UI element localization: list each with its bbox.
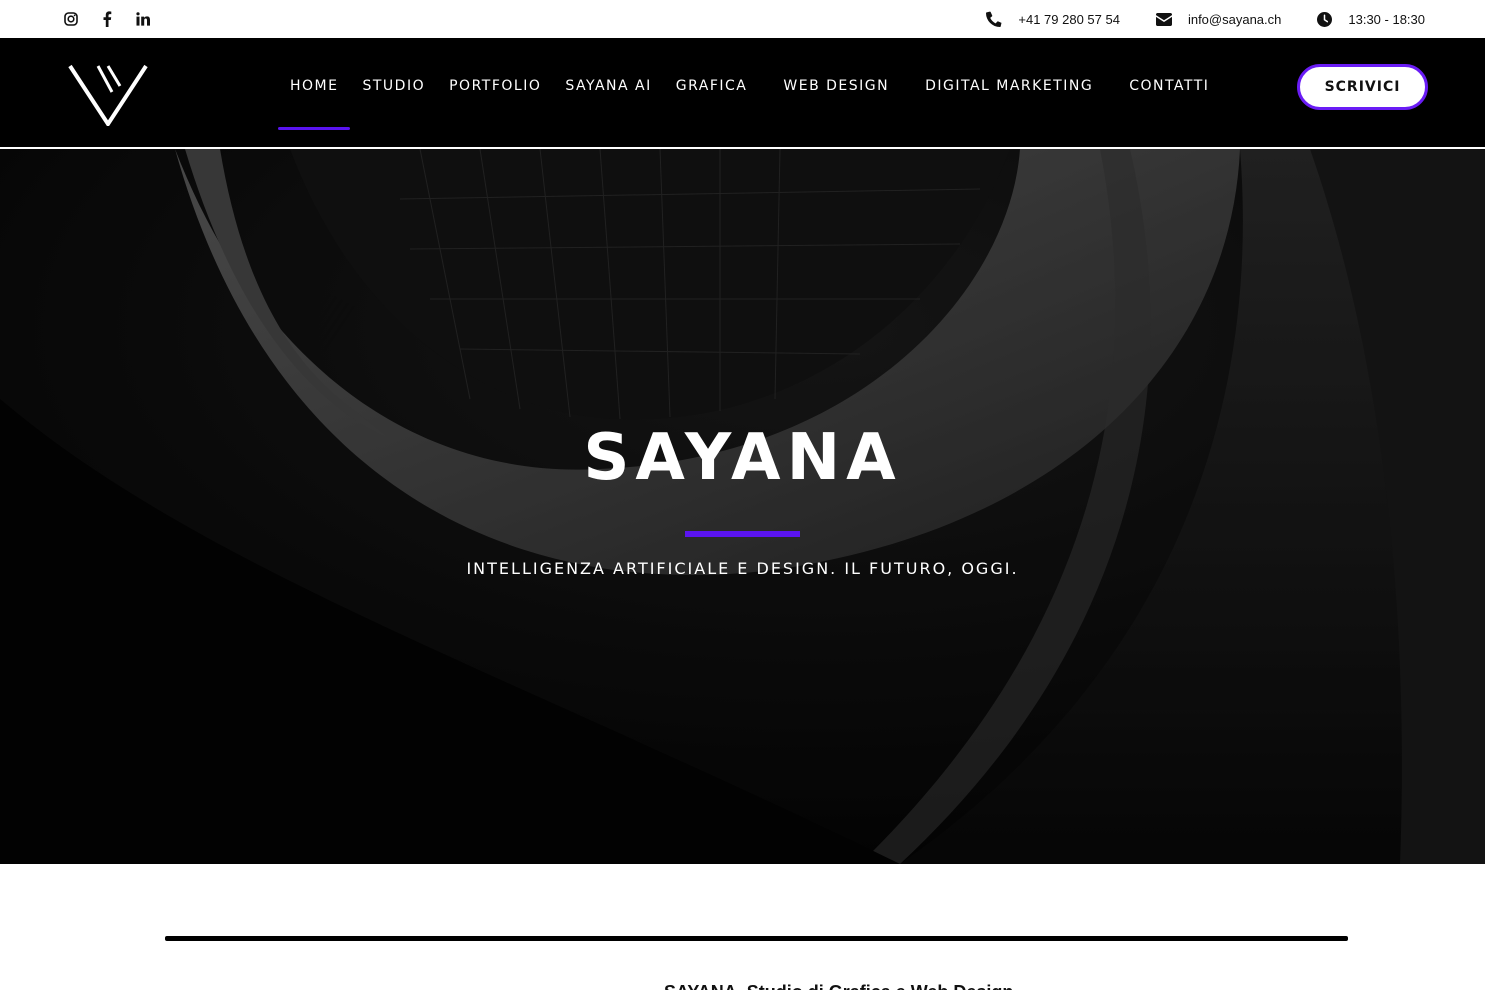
linkedin-icon[interactable] — [134, 10, 152, 28]
section-divider — [165, 936, 1348, 941]
hours-info: 13:30 - 18:30 — [1317, 11, 1425, 27]
social-links — [62, 10, 170, 28]
scrivici-button[interactable]: SCRIVICI — [1297, 64, 1428, 110]
nav-item-sayana-ai[interactable]: SAYANA AI — [553, 76, 663, 96]
hero-background-image — [0, 149, 1485, 864]
nav-item-portfolio[interactable]: PORTFOLIO — [437, 76, 553, 96]
clock-icon — [1317, 11, 1333, 27]
phone-icon — [986, 11, 1002, 27]
nav-item-home[interactable]: HOME — [278, 76, 351, 130]
nav-item-contatti[interactable]: CONTATTI — [1117, 76, 1221, 96]
nav-item-grafica[interactable]: GRAFICA — [664, 76, 760, 96]
hero-subtitle: INTELLIGENZA ARTIFICIALE E DESIGN. IL FU… — [466, 559, 1019, 578]
nav-item-studio[interactable]: STUDIO — [350, 76, 437, 96]
main-nav: HOME STUDIO PORTFOLIO SAYANA AI GRAFICA … — [278, 76, 1221, 130]
hero-title: SAYANA — [583, 421, 902, 495]
site-logo[interactable] — [68, 62, 150, 128]
hero-section: SAYANA INTELLIGENZA ARTIFICIALE E DESIGN… — [0, 149, 1485, 864]
email-contact[interactable]: info@sayana.ch — [1155, 11, 1282, 27]
nav-item-web-design[interactable]: WEB DESIGN — [771, 76, 901, 96]
top-bar: +41 79 280 57 54 info@sayana.ch 13:30 - … — [0, 0, 1485, 38]
intro-heading: SAYANA, Studio di Grafica e Web Design — [664, 982, 1013, 990]
phone-number: +41 79 280 57 54 — [1018, 11, 1120, 27]
main-header: HOME STUDIO PORTFOLIO SAYANA AI GRAFICA … — [0, 38, 1485, 148]
phone-contact[interactable]: +41 79 280 57 54 — [986, 11, 1120, 27]
contact-info: +41 79 280 57 54 info@sayana.ch 13:30 - … — [950, 0, 1425, 38]
instagram-icon[interactable] — [62, 10, 80, 28]
opening-hours: 13:30 - 18:30 — [1348, 11, 1425, 27]
envelope-icon — [1155, 12, 1172, 26]
intro-section: SAYANA, Studio di Grafica e Web Design — [0, 864, 1485, 990]
facebook-icon[interactable] — [98, 10, 116, 28]
nav-item-digital-marketing[interactable]: DIGITAL MARKETING — [913, 76, 1105, 96]
email-address: info@sayana.ch — [1187, 11, 1282, 27]
hero-accent-bar — [685, 531, 800, 537]
